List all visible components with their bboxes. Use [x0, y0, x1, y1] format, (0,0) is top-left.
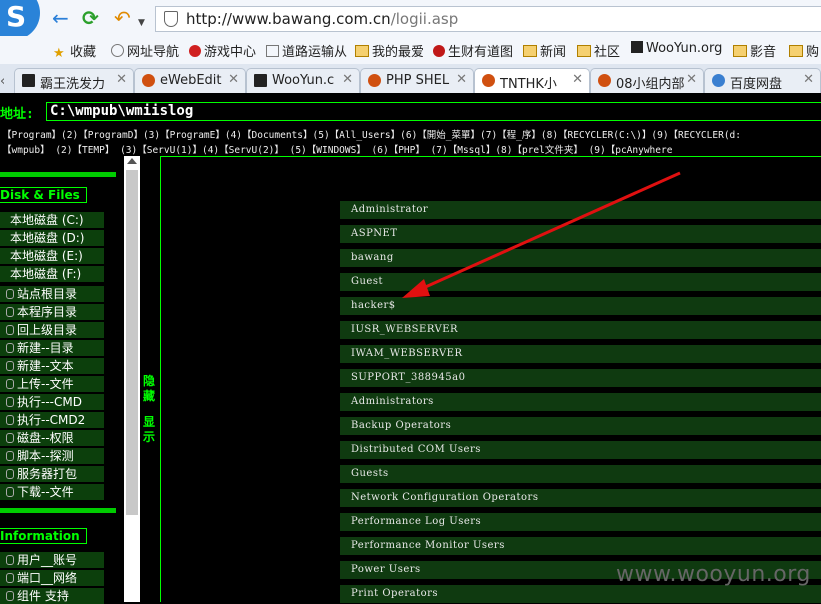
folder-icon	[523, 45, 537, 57]
bookmark-label: 购	[806, 45, 820, 60]
tab-scroll-left-icon[interactable]: ‹	[0, 74, 5, 89]
red-arrow-head-icon	[402, 279, 430, 298]
back-arrow-icon[interactable]: ←	[52, 8, 69, 28]
tab-ewebedit[interactable]: eWebEdit ✕	[134, 68, 246, 93]
tab-baidu-pan[interactable]: 百度网盘 ✕	[704, 68, 821, 93]
tab-favicon	[142, 74, 155, 87]
browser-toolbar: S ← ⟳ ↶ ▼ http://www.bawang.com.cn/logii…	[0, 0, 821, 40]
game-icon	[189, 45, 201, 57]
tab-favicon	[598, 74, 611, 87]
watermark: www.wooyun.org	[616, 562, 811, 587]
logo-s-icon: S	[6, 0, 27, 33]
tab-label: eWebEdit	[160, 73, 222, 88]
tab-tnthk[interactable]: TNTHK小 ✕	[474, 68, 590, 93]
bookmark-shop[interactable]: 购	[789, 41, 819, 60]
tab-label: PHP SHEL	[386, 73, 450, 88]
browser-logo[interactable]: S	[0, 0, 40, 40]
tab-label: 百度网盘	[730, 77, 783, 92]
tab-08-group[interactable]: 08小组内部 ✕	[590, 68, 704, 93]
folder-icon	[577, 45, 591, 57]
chevron-down-icon[interactable]: ▼	[138, 13, 145, 33]
tab-label: 08小组内部	[616, 77, 685, 92]
address-bar[interactable]: http://www.bawang.com.cn/logii.asp	[155, 6, 821, 32]
webshell-page: 地址: C:\wmpub\wmiislog 【Program】(2)【Progr…	[0, 93, 821, 604]
refresh-icon[interactable]: ⟳	[82, 8, 99, 28]
tab-label: 霸王洗发力	[40, 77, 106, 92]
close-icon[interactable]: ✕	[342, 72, 353, 87]
bookmarks-bar: ★ 收藏 网址导航 游戏中心 道路运输从 我的最爱 生财有道图 新闻 社区 Woo…	[0, 36, 821, 64]
tab-favicon	[482, 74, 495, 87]
bookmark-label: 新闻	[540, 45, 567, 60]
bookmark-favorites[interactable]: ★ 收藏	[53, 41, 97, 61]
close-icon[interactable]: ✕	[686, 72, 697, 87]
close-icon[interactable]: ✕	[228, 72, 239, 87]
folder-icon	[733, 45, 747, 57]
bookmark-label: 社区	[594, 45, 621, 60]
bookmark-label: 道路运输从	[282, 45, 348, 60]
bookmark-label: 网址导航	[127, 45, 180, 60]
shield-icon	[164, 11, 178, 27]
site-icon	[433, 45, 445, 57]
tab-bawang[interactable]: 霸王洗发力 ✕	[14, 68, 134, 93]
tab-strip: ‹ 霸王洗发力 ✕ eWebEdit ✕ WooYun.c ✕ PHP SHEL ✕ T…	[0, 64, 821, 94]
bookmark-nav[interactable]: 网址导航	[111, 41, 179, 60]
tab-favicon	[22, 74, 35, 87]
bookmark-wooyun[interactable]: WooYun.org	[631, 41, 722, 56]
globe-icon	[111, 44, 124, 57]
close-icon[interactable]: ✕	[456, 72, 467, 87]
close-icon[interactable]: ✕	[116, 72, 127, 87]
browser-chrome: S ← ⟳ ↶ ▼ http://www.bawang.com.cn/logii…	[0, 0, 821, 94]
star-icon: ★	[53, 46, 65, 61]
url-text[interactable]: http://www.bawang.com.cn/logii.asp	[186, 10, 458, 28]
bookmark-video[interactable]: 影音	[733, 41, 776, 60]
annotation-overlay	[402, 171, 681, 298]
red-arrow-line	[411, 171, 681, 295]
bookmark-label: 我的最爱	[372, 45, 425, 60]
folder-icon	[355, 45, 369, 57]
tab-label: TNTHK小	[500, 77, 557, 92]
bookmark-label: 游戏中心	[204, 45, 257, 60]
folder-icon	[789, 45, 803, 57]
bookmark-label: WooYun.org	[646, 41, 723, 56]
close-icon[interactable]: ✕	[803, 72, 814, 87]
undo-icon[interactable]: ↶	[114, 8, 131, 28]
page-icon	[266, 45, 279, 57]
bookmark-road[interactable]: 道路运输从	[266, 41, 347, 60]
close-icon[interactable]: ✕	[572, 72, 583, 87]
tab-favicon	[254, 74, 267, 87]
tab-wooyun[interactable]: WooYun.c ✕	[246, 68, 360, 93]
bookmark-myfav[interactable]: 我的最爱	[355, 41, 424, 60]
wooyun-icon	[631, 41, 643, 53]
bookmark-games[interactable]: 游戏中心	[189, 41, 256, 60]
tab-favicon	[368, 74, 381, 87]
tab-favicon	[712, 74, 725, 87]
bookmark-label: 生财有道图	[448, 45, 514, 60]
tab-label: WooYun.c	[272, 73, 335, 88]
bookmark-label: 收藏	[70, 45, 97, 60]
url-host: http://www.bawang.com.cn	[186, 10, 391, 28]
bookmark-community[interactable]: 社区	[577, 41, 620, 60]
tab-php-shell[interactable]: PHP SHEL ✕	[360, 68, 474, 93]
bookmark-news[interactable]: 新闻	[523, 41, 566, 60]
url-path: /logii.asp	[390, 10, 459, 28]
bookmark-money[interactable]: 生财有道图	[433, 41, 513, 60]
bookmark-label: 影音	[750, 45, 777, 60]
